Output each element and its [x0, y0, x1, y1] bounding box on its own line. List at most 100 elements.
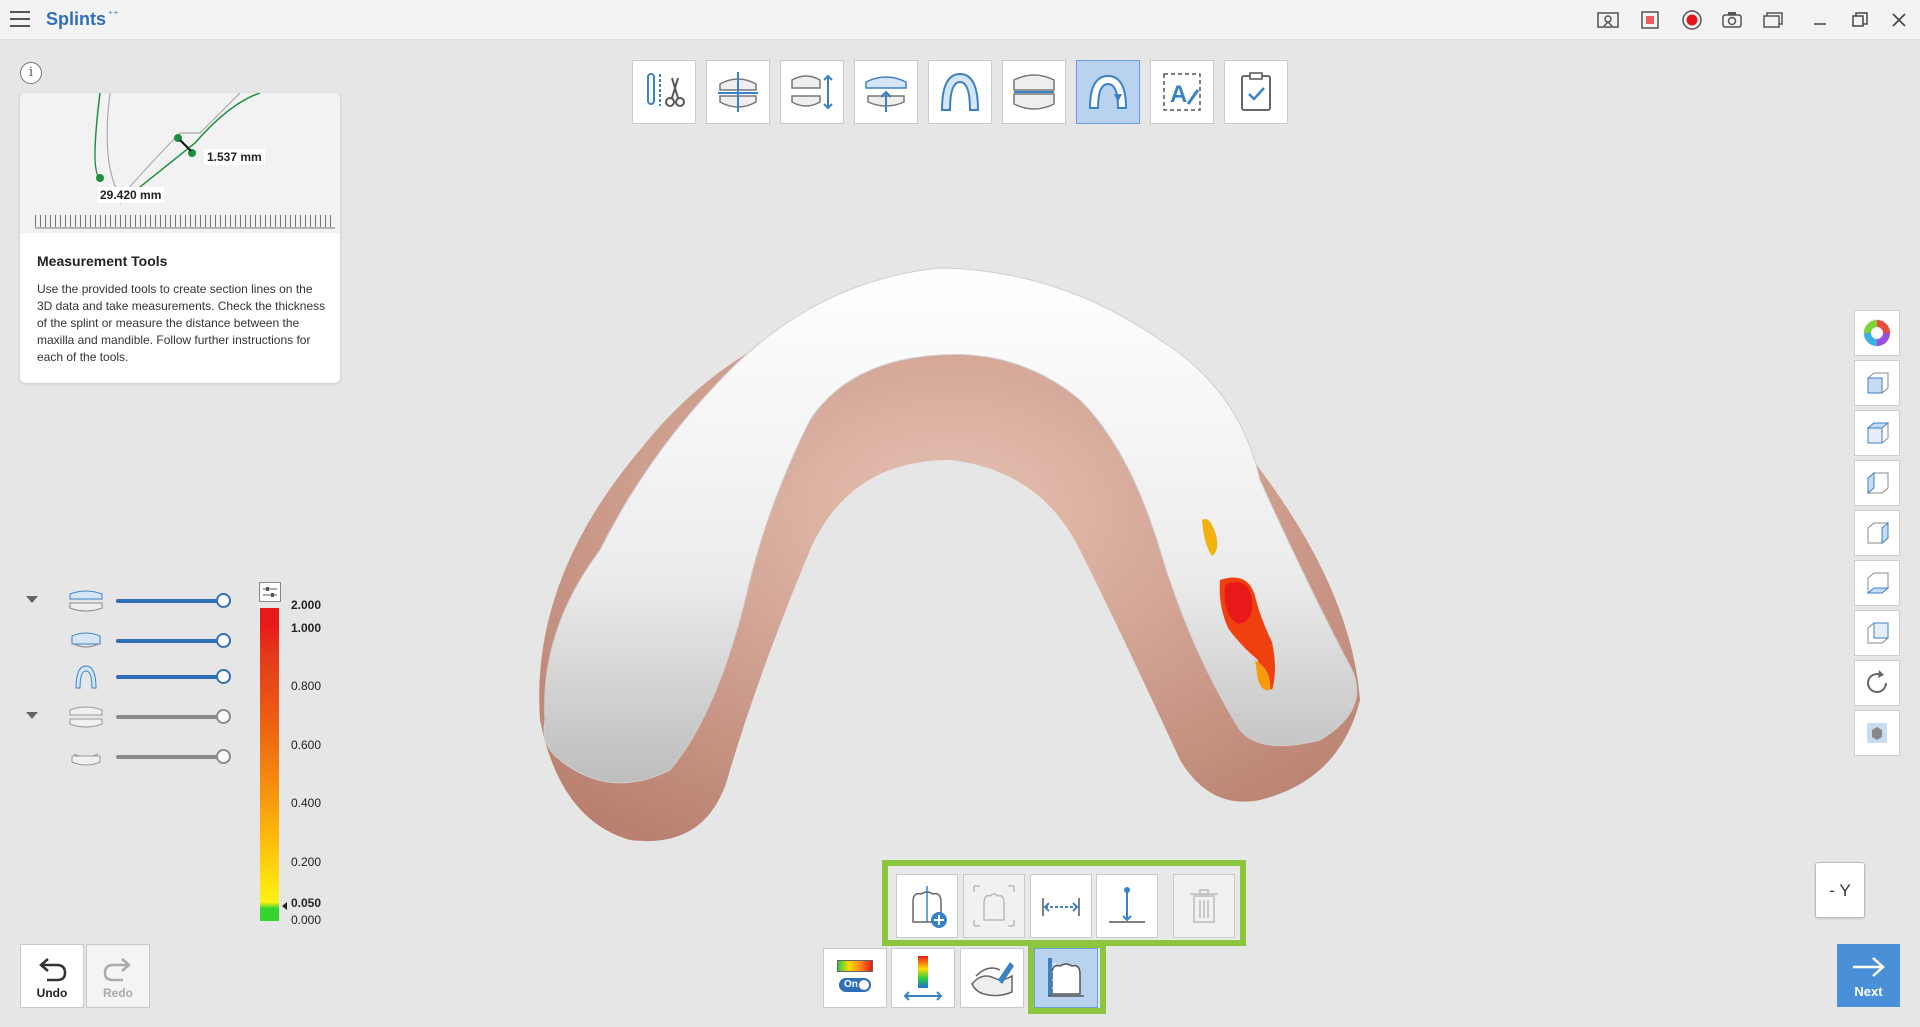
section-view-tool[interactable]	[963, 874, 1025, 938]
interference-tool[interactable]	[960, 948, 1024, 1008]
mandible-group-slider-knob[interactable]	[216, 709, 231, 724]
info-button[interactable]: i	[20, 62, 42, 84]
layer-splint[interactable]	[26, 662, 246, 692]
layer-maxilla-scan[interactable]	[26, 626, 246, 656]
minimize-icon[interactable]	[1808, 9, 1832, 31]
legend-label: 0.050	[291, 896, 322, 910]
mandible-scan-slider[interactable]	[116, 755, 224, 759]
ruler	[35, 215, 335, 227]
layer-mandible-scan[interactable]	[26, 742, 246, 772]
gallery-icon[interactable]	[1761, 9, 1785, 31]
next-label: Next	[1854, 984, 1883, 999]
arch-outline-icon	[940, 72, 980, 111]
horizontal-measure-tool[interactable]	[1030, 874, 1092, 938]
maxilla-group-slider[interactable]	[116, 599, 224, 603]
next-button[interactable]: Next	[1837, 944, 1900, 1007]
layer-maxilla-group[interactable]	[26, 586, 246, 616]
legend-label: 2.000	[291, 598, 322, 612]
render-mode-button[interactable]	[1854, 710, 1900, 756]
legend-settings-button[interactable]	[259, 582, 281, 602]
thickness-color-bar	[260, 608, 279, 921]
color-range-icon	[903, 956, 943, 1001]
restore-icon[interactable]	[1848, 9, 1872, 31]
trash-icon	[1190, 889, 1218, 923]
section-view-icon	[973, 885, 1015, 927]
color-map-toggle[interactable]: On	[823, 948, 887, 1008]
cube-back-icon	[1867, 622, 1889, 644]
sliders-icon	[263, 587, 277, 597]
add-section-tool[interactable]	[896, 874, 958, 938]
active-tool-highlight	[1028, 942, 1106, 1014]
text-label-tool[interactable]: A	[1150, 60, 1214, 124]
maxilla-scan-slider[interactable]	[116, 639, 224, 643]
insertion-direction-tool[interactable]	[854, 60, 918, 124]
trim-tool[interactable]	[632, 60, 696, 124]
text-label-icon: A	[1163, 73, 1201, 111]
layer-mandible-group[interactable]	[26, 702, 246, 732]
interference-icon	[971, 962, 1014, 997]
splint-model	[543, 267, 1358, 784]
view-top-button[interactable]	[1854, 410, 1900, 456]
color-wheel-button[interactable]	[1854, 310, 1900, 356]
legend-label: 1.000	[291, 621, 322, 635]
orientation-cube[interactable]: - Y	[1815, 862, 1865, 918]
collapse-caret-icon[interactable]	[26, 712, 38, 719]
legend-label: 0.800	[291, 679, 322, 693]
arch-outline-tool[interactable]	[928, 60, 992, 124]
arrow-right-icon	[1852, 957, 1885, 977]
maxilla-scan-slider-knob[interactable]	[216, 633, 231, 648]
redo-button[interactable]: Redo	[86, 944, 150, 1008]
rotate-view-button[interactable]	[1854, 660, 1900, 706]
model-viewport[interactable]	[520, 250, 1400, 870]
record-icon[interactable]	[1680, 9, 1704, 31]
legend-label: 0.000	[291, 913, 322, 927]
undo-button[interactable]: Undo	[20, 944, 84, 1008]
view-bottom-button[interactable]	[1854, 560, 1900, 606]
solid-cube-icon	[1867, 723, 1887, 743]
color-range-tool[interactable]	[891, 948, 955, 1008]
maxilla-group-icon	[69, 590, 103, 612]
splint-edit-tool[interactable]	[1076, 60, 1140, 124]
mandible-scan-slider-knob[interactable]	[216, 749, 231, 764]
maxilla-group-slider-knob[interactable]	[216, 593, 231, 608]
add-section-icon	[912, 886, 947, 928]
cube-top-icon	[1866, 422, 1890, 444]
splint-design-tool[interactable]	[1002, 60, 1066, 124]
info-title: Measurement Tools	[37, 253, 168, 269]
screenshot-icon[interactable]	[1720, 9, 1744, 31]
undo-icon	[39, 958, 67, 982]
capture-region-icon[interactable]	[1638, 9, 1662, 31]
info-card: 1.537 mm 29.420 mm Measurement Tools Use…	[20, 93, 340, 383]
illustration-measure-1: 1.537 mm	[204, 149, 265, 165]
review-tool[interactable]	[1224, 60, 1288, 124]
menu-icon[interactable]	[10, 11, 30, 27]
cube-right-icon	[1867, 521, 1889, 545]
checklist-icon	[1241, 72, 1271, 111]
cube-bottom-icon	[1866, 572, 1890, 594]
splint-layer-icon	[75, 665, 97, 689]
view-back-button[interactable]	[1854, 610, 1900, 656]
illustration-measure-2: 29.420 mm	[97, 187, 165, 203]
alignment-icon	[718, 72, 758, 112]
alignment-tool[interactable]	[706, 60, 770, 124]
info-text: Use the provided tools to create section…	[37, 282, 326, 364]
cube-left-icon	[1867, 471, 1889, 495]
vertical-measure-icon	[1109, 887, 1145, 923]
guide-icon[interactable]	[1596, 9, 1620, 31]
splint-slider-knob[interactable]	[216, 669, 231, 684]
delete-measure-tool[interactable]	[1173, 874, 1235, 938]
bite-adjust-tool[interactable]	[780, 60, 844, 124]
mandible-group-slider[interactable]	[116, 715, 224, 719]
color-wheel-icon	[1863, 319, 1891, 347]
view-left-button[interactable]	[1854, 460, 1900, 506]
mandible-scan-icon	[71, 753, 101, 766]
splint-slider[interactable]	[116, 675, 224, 679]
splint-edit-icon	[1088, 74, 1128, 109]
legend-pointer-icon[interactable]	[282, 902, 287, 910]
vertical-measure-tool[interactable]	[1096, 874, 1158, 938]
view-front-button[interactable]	[1854, 360, 1900, 406]
color-map-icon	[837, 960, 873, 972]
view-right-button[interactable]	[1854, 510, 1900, 556]
close-icon[interactable]	[1887, 9, 1911, 31]
collapse-caret-icon[interactable]	[26, 596, 38, 603]
